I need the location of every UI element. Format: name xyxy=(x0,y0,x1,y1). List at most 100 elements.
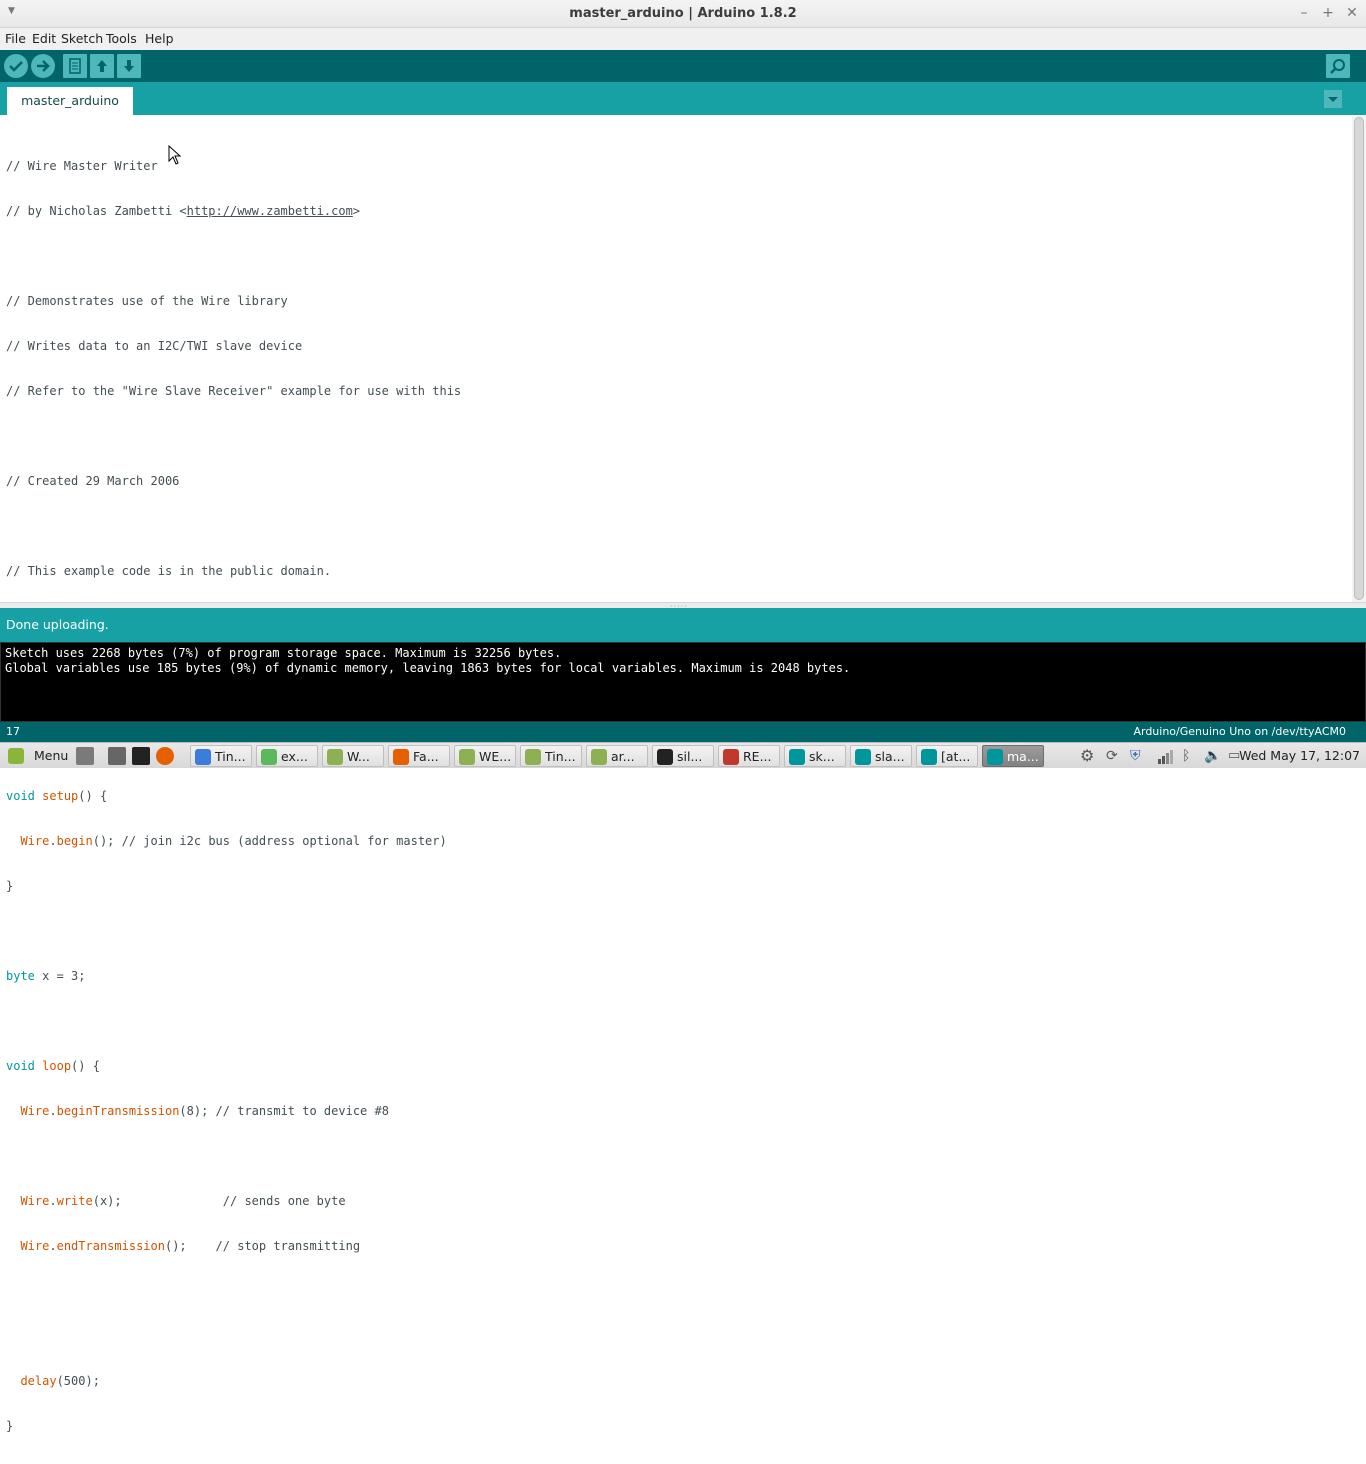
console-line-2: Global variables use 185 bytes (9%) of d… xyxy=(5,661,851,675)
verify-button[interactable] xyxy=(4,54,28,78)
line-number: 17 xyxy=(6,725,20,738)
arduino-icon xyxy=(987,749,1003,765)
code-line-5: // Writes data to an I2C/TWI slave devic… xyxy=(6,339,303,353)
menu-file[interactable]: File xyxy=(5,30,26,48)
mint-icon xyxy=(8,748,24,764)
taskbar-app-7[interactable]: ar... xyxy=(586,745,648,767)
code-line-29: } xyxy=(6,1419,14,1433)
code-line-17: } xyxy=(6,879,14,893)
folder-icon xyxy=(525,749,541,765)
taskbar: Menu Tin... ex... W... Fa... WE... Tin... ar..… xyxy=(0,742,1366,768)
taskbar-app-label: sla... xyxy=(875,749,905,764)
menu-edit[interactable]: Edit xyxy=(32,30,56,48)
upload-button[interactable] xyxy=(31,54,55,78)
taskbar-app-1[interactable]: Tin... xyxy=(190,745,252,767)
open-button[interactable] xyxy=(90,54,114,78)
code-line-28: delay(500); xyxy=(20,1374,100,1388)
network-icon[interactable] xyxy=(1156,747,1174,765)
shield-icon[interactable]: ⛨ xyxy=(1130,747,1148,765)
taskbar-app-label: ex... xyxy=(281,749,308,764)
start-menu-button[interactable]: Menu xyxy=(4,745,68,767)
volume-icon[interactable]: 🔈 xyxy=(1204,747,1222,765)
minimize-icon[interactable]: – xyxy=(1296,4,1312,22)
taskbar-app-label: ma... xyxy=(1007,749,1039,764)
taskbar-app-6[interactable]: Tin... xyxy=(520,745,582,767)
console-output[interactable]: Sketch uses 2268 bytes (7%) of program s… xyxy=(0,642,1366,722)
editor-scrollbar[interactable] xyxy=(1352,115,1366,602)
signal-icon xyxy=(1158,750,1173,764)
code-line-15: void setup() { xyxy=(6,789,108,803)
taskbar-app-11[interactable]: sla... xyxy=(850,745,912,767)
update-tray-icon[interactable]: ⟳ xyxy=(1106,747,1124,765)
close-icon[interactable]: ✕ xyxy=(1344,4,1360,22)
tab-master-arduino[interactable]: master_arduino xyxy=(7,87,133,115)
save-button[interactable] xyxy=(117,54,141,78)
taskbar-app-label: RE... xyxy=(743,749,772,764)
show-desktop-icon[interactable] xyxy=(76,747,94,765)
code-line-25: Wire.endTransmission(); // stop transmit… xyxy=(20,1239,361,1253)
arrow-down-icon xyxy=(124,60,134,72)
taskbar-app-label: sk... xyxy=(809,749,835,764)
start-menu-label: Menu xyxy=(34,748,69,763)
taskbar-app-8[interactable]: sil... xyxy=(652,745,714,767)
chevron-down-icon xyxy=(1328,97,1338,102)
window-title: master_arduino | Arduino 1.8.2 xyxy=(569,6,797,21)
board-info: Arduino/Genuino Uno on /dev/ttyACM0 xyxy=(1133,725,1346,738)
tab-bar: master_arduino xyxy=(0,82,1366,115)
serial-monitor-button[interactable] xyxy=(1326,54,1350,78)
clock[interactable]: Wed May 17, 12:07 xyxy=(1239,745,1360,767)
console-line-1: Sketch uses 2268 bytes (7%) of program s… xyxy=(5,646,562,660)
code-line-19: byte x = 3; xyxy=(6,969,86,983)
taskbar-app-13[interactable]: ma... xyxy=(982,745,1044,767)
maximize-icon[interactable]: + xyxy=(1320,4,1336,22)
taskbar-app-5[interactable]: WE... xyxy=(454,745,516,767)
arduino-icon xyxy=(921,749,937,765)
taskbar-app-2[interactable]: ex... xyxy=(256,745,318,767)
tab-menu-button[interactable] xyxy=(1324,90,1342,108)
status-message: Done uploading. xyxy=(6,617,109,632)
settings-tray-icon[interactable]: ⚙ xyxy=(1080,747,1098,765)
menu-help[interactable]: Help xyxy=(145,30,174,48)
taskbar-app-9[interactable]: RE... xyxy=(718,745,780,767)
folder-icon xyxy=(327,749,343,765)
firefox-launcher-icon[interactable] xyxy=(156,747,174,765)
taskbar-app-3[interactable]: W... xyxy=(322,745,384,767)
menu-bar: File Edit Sketch Tools Help xyxy=(0,28,1366,50)
files-icon[interactable] xyxy=(108,747,126,765)
taskbar-app-12[interactable]: [at... xyxy=(916,745,978,767)
code-text[interactable]: // Wire Master Writer // by Nicholas Zam… xyxy=(6,129,461,1464)
info-bar: 17 Arduino/Genuino Uno on /dev/ttyACM0 xyxy=(0,722,1366,742)
chrome-icon xyxy=(195,749,211,765)
arduino-icon xyxy=(855,749,871,765)
menu-tools[interactable]: Tools xyxy=(106,30,137,48)
check-icon xyxy=(9,61,23,72)
new-button[interactable] xyxy=(63,54,87,78)
arrow-up-icon xyxy=(97,60,107,72)
code-line-24: Wire.write(x); // sends one byte xyxy=(20,1194,346,1208)
editor-icon xyxy=(723,749,739,765)
taskbar-app-label: WE... xyxy=(479,749,512,764)
code-line-1: // Wire Master Writer xyxy=(6,159,158,173)
status-bar: Done uploading. xyxy=(0,608,1366,642)
terminal-launcher-icon[interactable] xyxy=(132,747,150,765)
scrollbar-thumb[interactable] xyxy=(1354,117,1364,600)
arrow-right-icon xyxy=(37,60,50,72)
bluetooth-icon[interactable]: ᛒ xyxy=(1182,747,1200,765)
menu-sketch[interactable]: Sketch xyxy=(61,30,103,48)
app-icon xyxy=(261,749,277,765)
taskbar-app-10[interactable]: sk... xyxy=(784,745,846,767)
window-titlebar: ▼ master_arduino | Arduino 1.8.2 – + ✕ xyxy=(0,0,1366,28)
taskbar-app-label: W... xyxy=(347,749,370,764)
folder-icon xyxy=(591,749,607,765)
code-line-22: Wire.beginTransmission(8); // transmit t… xyxy=(20,1104,389,1118)
taskbar-app-4[interactable]: Fa... xyxy=(388,745,450,767)
code-editor[interactable]: // Wire Master Writer // by Nicholas Zam… xyxy=(0,115,1352,1433)
code-line-2: // by Nicholas Zambetti <http://www.zamb… xyxy=(6,204,361,218)
taskbar-app-label: [at... xyxy=(941,749,971,764)
